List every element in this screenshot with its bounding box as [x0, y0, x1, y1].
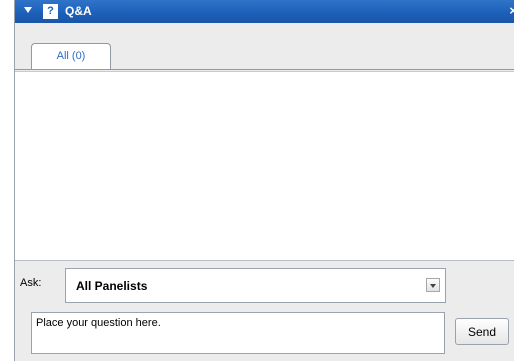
qa-titlebar: ? Q&A × [15, 0, 514, 23]
ask-selected-value: All Panelists [76, 279, 148, 293]
question-mark-icon: ? [43, 4, 58, 19]
question-input[interactable] [31, 312, 445, 354]
send-button[interactable]: Send [455, 318, 509, 345]
questions-list[interactable] [15, 71, 514, 261]
ask-recipient-select[interactable]: All Panelists [65, 268, 446, 303]
qa-panel: ? Q&A × All (0) Ask: All Panelists Send [14, 0, 514, 361]
tab-all[interactable]: All (0) [31, 43, 111, 69]
close-icon[interactable]: × [509, 3, 514, 18]
panel-title: Q&A [65, 4, 92, 18]
tab-all-label: All (0) [56, 50, 86, 62]
collapse-arrow-icon[interactable] [24, 7, 32, 13]
dropdown-arrow-icon[interactable] [426, 278, 440, 292]
ask-label: Ask: [20, 277, 42, 289]
tab-divider [15, 69, 514, 70]
tab-strip: All (0) [15, 23, 514, 71]
